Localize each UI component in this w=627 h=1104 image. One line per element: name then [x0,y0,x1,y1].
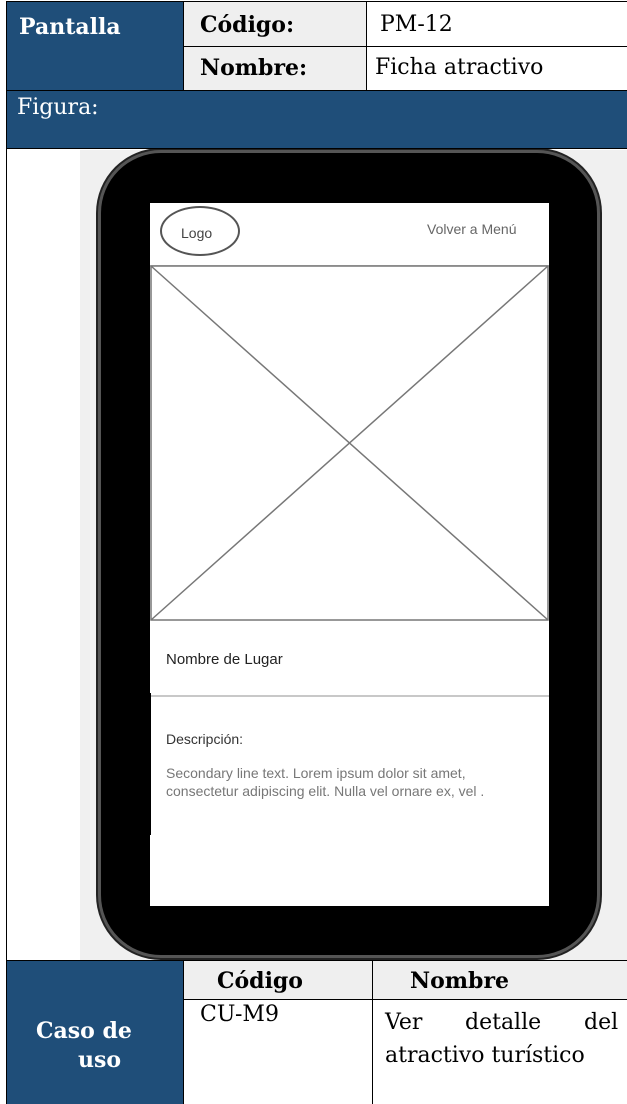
pantalla-label: Pantalla [19,14,121,40]
image-placeholder [150,265,549,621]
border-usecase-v1 [183,960,184,1104]
border-figure-bottom [6,960,627,961]
border-figura-bottom [6,148,627,149]
use-case-nombre-word-3: del [584,1010,619,1035]
use-case-nombre-word-2: detalle [465,1010,542,1035]
col-codigo-label: Código [217,968,303,994]
description-label: Descripción: [166,731,244,747]
use-case-nombre-line2: atractivo turístico [385,1043,585,1068]
description-line-1: Secondary line text. Lorem ipsum dolor s… [166,765,466,781]
use-case-codigo: CU-M9 [200,1002,279,1027]
place-name: Nombre de Lugar [166,651,283,668]
border-usecase-v2 [372,960,373,1104]
use-case-nombre-word-1: Ver [385,1010,423,1035]
border-header-bottom [6,90,627,91]
use-case-label-line2: uso [78,1047,122,1073]
screen-left-notch [147,693,151,835]
nombre-label: Nombre: [200,55,308,81]
tablet-screen: Logo Volver a Menú Nombre de Lugar Descr… [150,203,549,906]
place-divider [150,695,549,697]
codigo-value: PM-12 [380,12,453,37]
col-nombre-label: Nombre [410,968,510,994]
border-header-mid [183,46,627,47]
figura-label: Figura: [17,95,99,120]
border-left [6,1,7,1104]
border-top [6,1,627,2]
back-to-menu-link[interactable]: Volver a Menú [427,221,517,237]
figura-header [7,91,627,148]
logo-text: Logo [181,225,213,241]
nombre-value: Ficha atractivo [375,55,544,80]
border-usecase-mid [183,999,627,1000]
use-case-label-line1: Caso de [36,1018,132,1044]
codigo-label: Código: [200,12,295,38]
description-line-2: consectetur adipiscing elit. Nulla vel o… [166,783,485,799]
